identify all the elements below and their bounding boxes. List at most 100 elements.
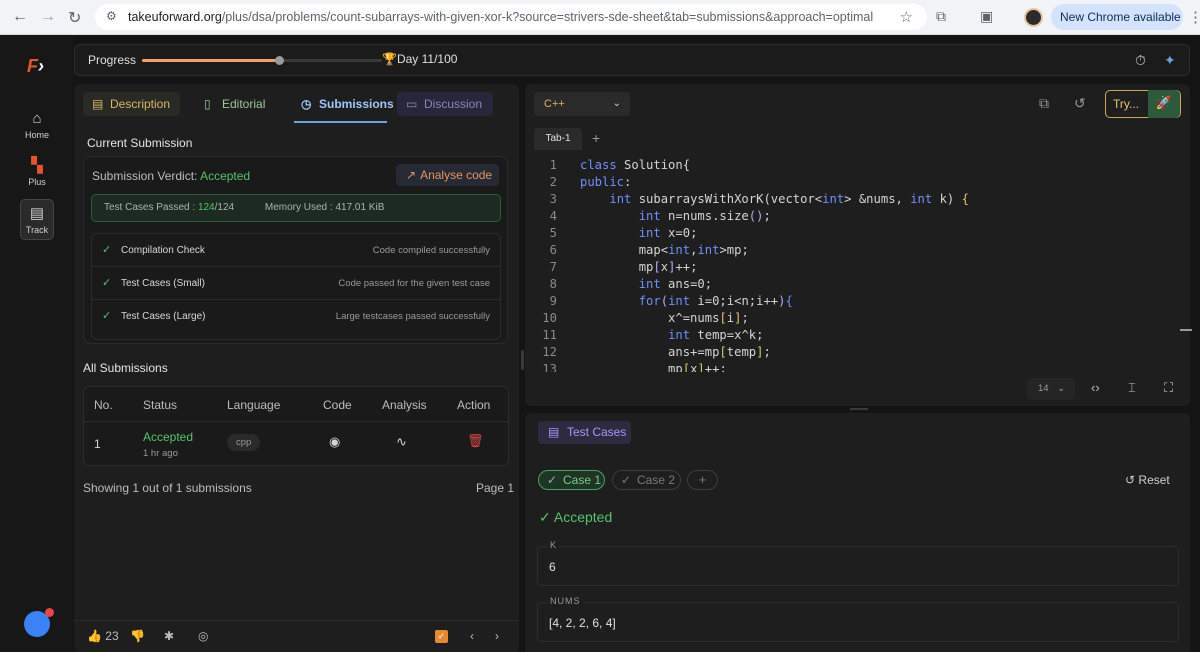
sidebar-item-home[interactable]: ⌂ Home [20, 110, 54, 140]
tab-search-icon[interactable]: ▣ [980, 8, 993, 25]
extensions-icon[interactable]: ⧉ [936, 8, 946, 25]
case-2-tab[interactable]: ✓ Case 2 [612, 470, 681, 490]
reload-icon[interactable]: ↻ [68, 8, 81, 28]
address-bar[interactable]: ⚙ takeuforward.org/plus/dsa/problems/cou… [95, 4, 927, 30]
try-button[interactable]: Try... 🚀 [1105, 90, 1181, 118]
tab-discussion[interactable]: ▭ Discussion [397, 92, 493, 116]
menu-dots-icon[interactable]: ⋮ [1188, 8, 1200, 26]
left-panel: ▤ Description ▯ Editorial ◷ Submissions ▭ Di… [74, 84, 519, 652]
check-row: ✓ Test Cases (Large) Large testcases pas… [92, 300, 500, 333]
checkbox-icon[interactable]: ✓ [435, 630, 448, 643]
column-header: Language [227, 398, 281, 412]
day-counter: 🏆Day 11/100 [382, 52, 458, 66]
document-icon: ▤ [92, 97, 104, 111]
submissions-table: No. Status Language Code Analysis Action… [83, 386, 509, 466]
like-button[interactable]: 👍 23 [87, 629, 119, 643]
line-number: 11 [542, 328, 557, 342]
check-icon: ✓ [102, 310, 112, 322]
code-area[interactable]: 1 2 3 4 5 6 7 8 9 10 11 12 13 class Solu… [525, 156, 1180, 372]
language-select[interactable]: C++ ⌄ [534, 92, 630, 116]
code-line: int subarraysWithXorK(vector<int> &nums,… [609, 192, 969, 206]
bookmark-star-icon[interactable]: ☆ [900, 8, 913, 26]
add-case-button[interactable]: + [687, 470, 718, 490]
browser-toolbar: ← → ↻ ⚙ takeuforward.org/plus/dsa/proble… [0, 0, 1200, 35]
code-line: class Solution{ [580, 158, 691, 172]
progress-label: Progress [88, 53, 137, 67]
user-avatar[interactable] [24, 608, 54, 637]
profile-avatar[interactable] [1024, 8, 1043, 27]
copy-icon[interactable]: ⧉ [1039, 95, 1049, 112]
chat-icon: ▭ [406, 97, 418, 111]
line-number: 4 [549, 209, 557, 223]
k-field[interactable]: K 6 [537, 540, 1179, 586]
checks-list: ✓ Compilation Check Code compiled succes… [91, 233, 501, 340]
site-settings-icon[interactable]: ⚙ [106, 9, 117, 23]
format-icon[interactable]: ⌶ [1128, 380, 1136, 396]
new-chrome-button[interactable]: New Chrome available [1051, 4, 1183, 30]
sidebar-item-label: Track [25, 225, 49, 235]
test-cases-tab[interactable]: ▤ Test Cases [538, 421, 631, 444]
previous-icon[interactable]: ‹ [470, 629, 474, 643]
home-icon: ⌂ [32, 110, 42, 127]
code-line: int x=0; [638, 226, 698, 240]
table-row[interactable]: 1 Accepted 1 hr ago cpp ◉ ∿ 🗑 [84, 421, 508, 467]
font-size-select[interactable]: 14 ⌄ [1027, 378, 1075, 400]
sidebar-item-track[interactable]: ▤ Track [20, 199, 54, 240]
sidebar-item-plus[interactable]: ▚ Plus [20, 156, 54, 187]
code-line: for(int i=0;i<n;i++){ [638, 294, 793, 308]
code-editor-panel: C++ ⌄ ⧉ ↺ Try... 🚀 Tab-1 + 1 2 3 4 5 6 7 8… [525, 84, 1190, 406]
scroll-indicator[interactable] [1180, 329, 1192, 331]
bug-icon[interactable]: ✱ [164, 629, 174, 643]
case-1-tab[interactable]: ✓ Case 1 [538, 470, 605, 490]
active-tab-indicator [294, 121, 387, 123]
next-icon[interactable]: › [495, 629, 499, 643]
sidebar: F› ⌂ Home ▚ Plus ▤ Track [0, 36, 73, 652]
field-label: K [548, 540, 560, 550]
code-line: int ans=0; [638, 277, 713, 291]
thumbs-down-icon[interactable]: 👎 [130, 629, 145, 643]
line-number: 8 [549, 277, 557, 291]
pulse-icon[interactable]: ∿ [396, 434, 407, 450]
code-line: int n=nums.size(); [638, 209, 771, 223]
all-submissions-heading: All Submissions [83, 361, 168, 375]
tab-description[interactable]: ▤ Description [83, 92, 180, 116]
nums-field[interactable]: NUMS [4, 2, 2, 6, 4] [537, 596, 1179, 642]
verdict-card: Submission Verdict: Accepted ↗ Analyse co… [83, 156, 508, 344]
line-number: 13 [542, 362, 557, 372]
reset-button[interactable]: ↺ Reset [1125, 473, 1170, 487]
progress-knob[interactable] [275, 56, 285, 65]
add-tab-icon[interactable]: + [592, 130, 600, 146]
analyse-code-button[interactable]: ↗ Analyse code [396, 164, 499, 186]
sparkle-icon[interactable]: ✦ [1164, 52, 1176, 69]
vertical-splitter[interactable] [521, 350, 524, 370]
test-cases-panel: ▤ Test Cases ✓ Case 1 ✓ Case 2 + ↺ Reset ✓ … [525, 413, 1190, 652]
line-number: 9 [549, 294, 557, 308]
url-text[interactable]: takeuforward.org/plus/dsa/problems/count… [128, 10, 873, 24]
progress-panel: Progress 🏆Day 11/100 ⏱ ✦ [74, 44, 1190, 76]
rocket-icon[interactable]: 🚀 [1148, 90, 1180, 118]
language-pill: cpp [227, 434, 261, 451]
line-number: 3 [549, 192, 557, 206]
eye-icon[interactable]: ◉ [329, 434, 340, 450]
check-icon: ✓ [547, 473, 558, 487]
editor-tab[interactable]: Tab-1 [534, 128, 582, 150]
logo[interactable]: F› [27, 56, 44, 77]
reset-icon[interactable]: ↺ [1074, 95, 1086, 112]
horizontal-splitter[interactable] [850, 408, 868, 410]
tab-submissions[interactable]: ◷ Submissions [292, 92, 394, 116]
share-icon[interactable]: ◎ [198, 629, 208, 643]
sidebar-item-label: Home [24, 130, 49, 140]
forward-icon[interactable]: → [40, 8, 56, 26]
line-number: 1 [549, 158, 557, 172]
column-header: Action [457, 398, 491, 412]
trash-icon[interactable]: 🗑 [467, 433, 484, 449]
code-brackets-icon[interactable]: ‹› [1091, 380, 1100, 395]
back-icon[interactable]: ← [12, 8, 28, 26]
code-line: public: [580, 175, 632, 189]
editor-footer: 14 ⌄ ‹› ⌶ ⛶ [525, 374, 1190, 406]
fullscreen-icon[interactable]: ⛶ [1164, 380, 1173, 396]
timer-icon[interactable]: ⏱ [1135, 52, 1146, 69]
code-line: ans+=mp[temp]; [580, 345, 771, 359]
chevron-down-icon: ⌄ [612, 98, 621, 109]
tab-editorial[interactable]: ▯ Editorial [195, 92, 278, 116]
